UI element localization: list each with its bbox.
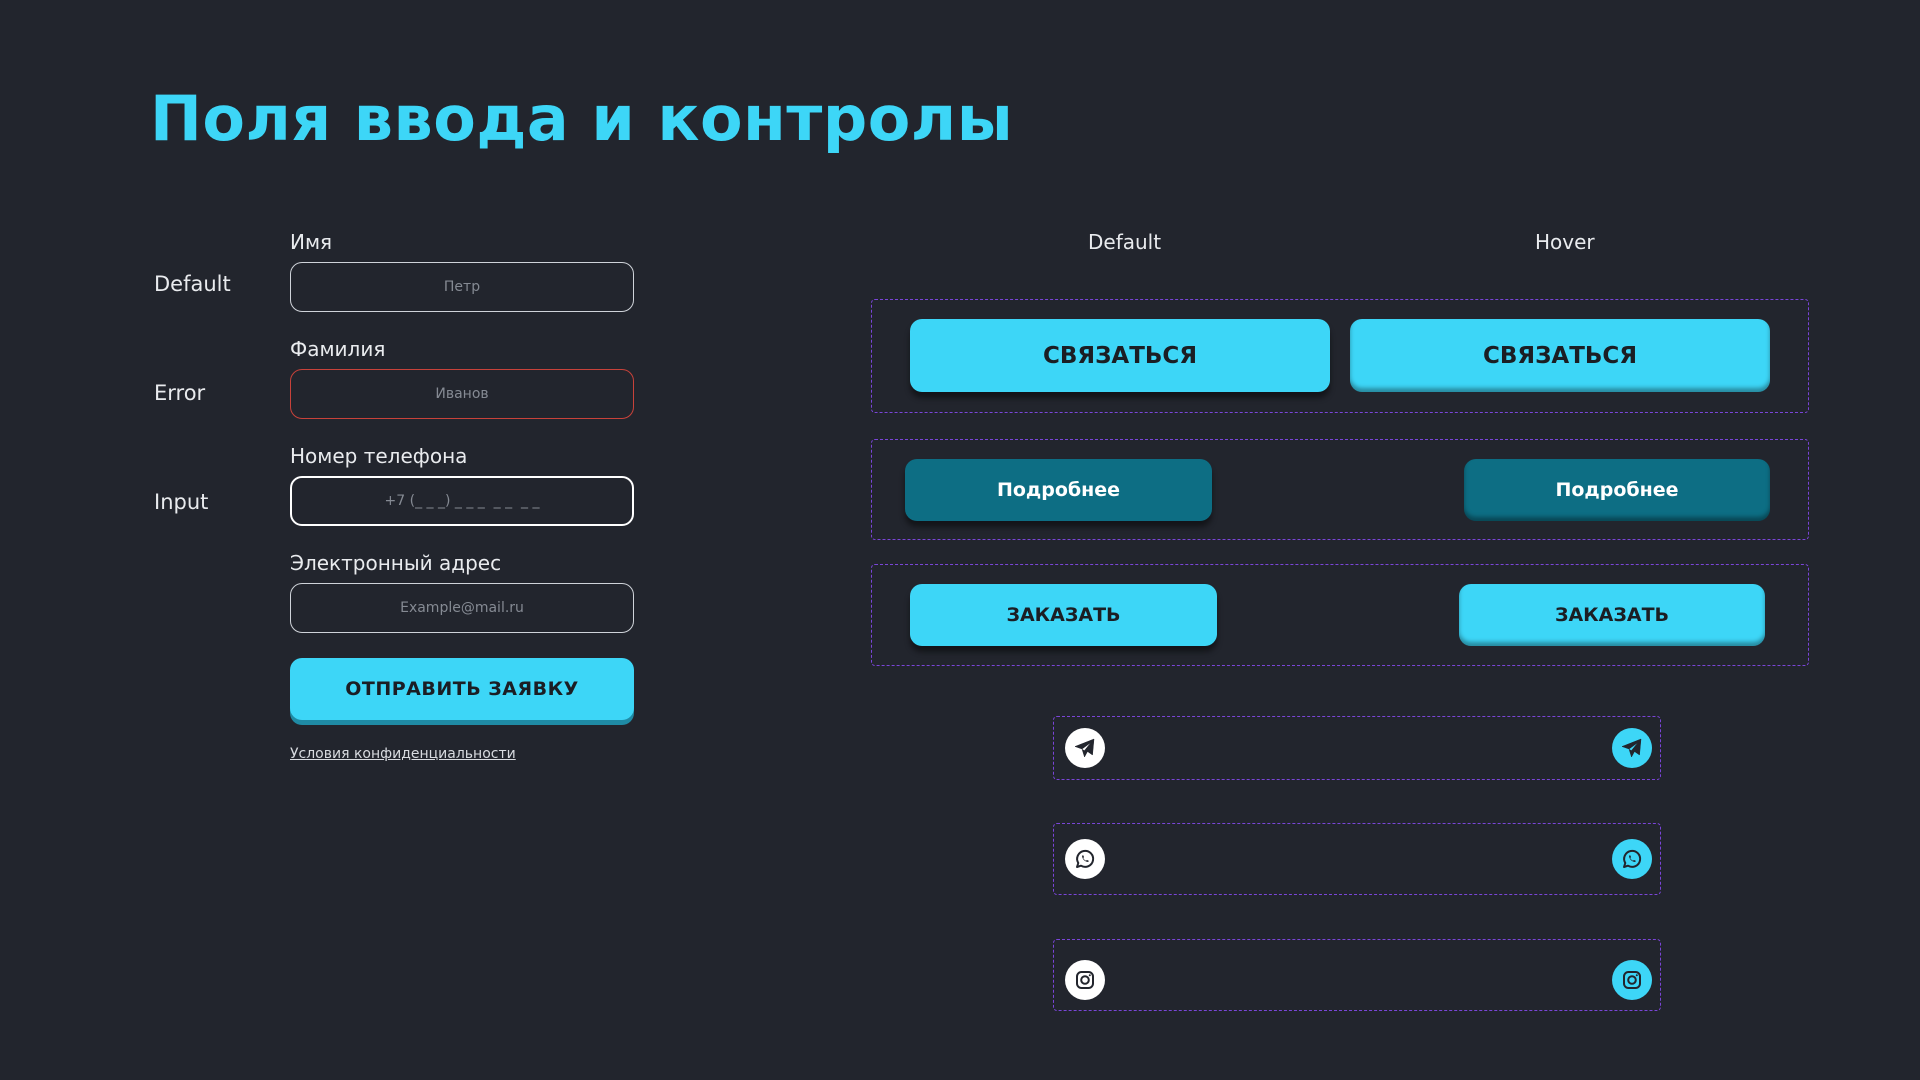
last-name-label: Фамилия (290, 337, 386, 361)
column-header-default: Default (1088, 230, 1162, 254)
telegram-icon (1074, 738, 1095, 758)
phone-field[interactable] (290, 476, 634, 526)
whatsapp-button-hover[interactable] (1612, 839, 1652, 879)
column-header-hover: Hover (1535, 230, 1595, 254)
state-label-input: Input (154, 490, 209, 514)
privacy-policy-link[interactable]: Условия конфиденциальности (290, 746, 516, 762)
phone-label: Номер телефона (290, 444, 468, 468)
instagram-icon (1623, 971, 1641, 989)
whatsapp-icons-frame (1053, 823, 1661, 895)
email-field[interactable] (290, 583, 634, 633)
last-name-field[interactable] (290, 369, 634, 419)
order-button-default[interactable]: ЗАКАЗАТЬ (910, 584, 1217, 646)
more-button-default[interactable]: Подробнее (905, 459, 1212, 521)
whatsapp-icon (1623, 849, 1642, 868)
instagram-button-hover[interactable] (1612, 960, 1652, 1000)
order-button-hover[interactable]: ЗАКАЗАТЬ (1459, 584, 1765, 646)
instagram-button-default[interactable] (1065, 960, 1105, 1000)
telegram-icon (1621, 738, 1642, 758)
whatsapp-button-default[interactable] (1065, 839, 1105, 879)
page-title: Поля ввода и контролы (150, 82, 1014, 155)
instagram-icon (1076, 971, 1094, 989)
state-label-error: Error (154, 381, 206, 405)
contact-button-default[interactable]: СВЯЗАТЬСЯ (910, 319, 1330, 392)
instagram-icons-frame (1053, 939, 1661, 1011)
whatsapp-icon (1076, 849, 1095, 868)
email-label: Электронный адрес (290, 551, 502, 575)
first-name-label: Имя (290, 230, 333, 254)
contact-button-hover[interactable]: СВЯЗАТЬСЯ (1350, 319, 1770, 392)
telegram-button-default[interactable] (1065, 728, 1105, 768)
first-name-field[interactable] (290, 262, 634, 312)
submit-request-button[interactable]: ОТПРАВИТЬ ЗАЯВКУ (290, 658, 634, 720)
state-label-default: Default (154, 272, 231, 296)
telegram-icons-frame (1053, 716, 1661, 780)
telegram-button-hover[interactable] (1612, 728, 1652, 768)
more-button-hover[interactable]: Подробнее (1464, 459, 1770, 521)
